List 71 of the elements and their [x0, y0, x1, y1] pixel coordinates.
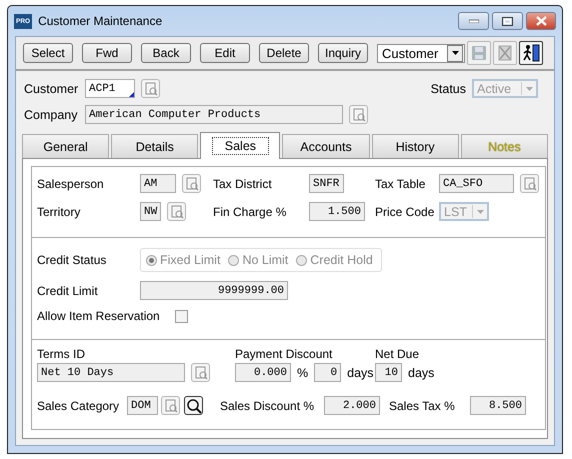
caret-icon — [452, 51, 458, 55]
net-due-field[interactable]: 10 — [375, 363, 402, 382]
territory-field[interactable]: NW — [140, 202, 161, 221]
tax-district-field[interactable]: SNFR — [309, 174, 344, 193]
terms-id-label: Terms ID — [37, 347, 86, 361]
sales-tax-field[interactable]: 8.500 — [470, 396, 526, 415]
tab[interactable]: History — [372, 134, 459, 158]
fin-charge-label: Fin Charge % — [213, 204, 288, 218]
sales-discount-field[interactable]: 2.000 — [324, 396, 380, 415]
company-label: Company — [24, 108, 78, 122]
mode-dropdown[interactable]: Customer — [377, 44, 465, 62]
lookup-button[interactable] — [141, 79, 160, 98]
percent-unit: % — [297, 366, 308, 380]
price-code-label: Price Code — [375, 204, 436, 218]
toolbar-button[interactable]: Fwd — [82, 43, 132, 63]
exit-door-icon — [522, 44, 540, 62]
sales-tax-label: Sales Tax % — [389, 398, 456, 412]
save-button[interactable] — [467, 41, 491, 65]
salesperson-label: Salesperson — [37, 176, 105, 190]
credit-limit-field[interactable]: 9999999.00 — [140, 281, 288, 300]
sales-category-field[interactable]: DOM — [127, 396, 158, 415]
customer-field[interactable]: ACP1 — [85, 79, 135, 98]
crossed-document-icon — [498, 45, 512, 61]
status-label: Status — [430, 82, 466, 96]
maximize-button[interactable] — [492, 12, 523, 30]
toolbar-button[interactable]: Edit — [200, 43, 250, 63]
search-button[interactable] — [184, 396, 203, 415]
lookup-button[interactable] — [349, 105, 368, 124]
caret-icon — [526, 86, 532, 90]
lookup-button[interactable] — [182, 174, 201, 193]
tab[interactable]: Accounts — [282, 134, 370, 158]
lookup-button[interactable] — [167, 202, 186, 221]
exit-button[interactable] — [519, 41, 543, 65]
minimize-icon — [468, 19, 478, 23]
tab[interactable]: Sales — [200, 132, 280, 159]
window-title: Customer Maintenance — [38, 14, 162, 28]
tab[interactable]: Details — [111, 134, 198, 158]
credit-limit-label: Credit Limit — [37, 284, 99, 298]
credit-status-label: Credit Status — [37, 253, 108, 267]
net-due-label: Net Due — [375, 347, 420, 361]
payment-discount-label: Payment Discount — [235, 347, 334, 361]
minimize-button[interactable] — [458, 12, 489, 30]
sales-discount-label: Sales Discount % — [220, 398, 316, 412]
lookup-button[interactable] — [520, 174, 539, 193]
close-icon — [536, 16, 546, 26]
tab[interactable]: General — [22, 134, 110, 158]
caret-icon — [476, 210, 484, 214]
company-field[interactable]: American Computer Products — [85, 105, 343, 124]
allow-item-reservation-label: Allow Item Reservation — [37, 309, 161, 323]
toolbar-button[interactable]: Select — [23, 43, 73, 63]
search-icon — [186, 398, 202, 414]
toolbar-button[interactable]: Back — [141, 43, 191, 63]
checkbox[interactable] — [175, 310, 188, 322]
tax-table-label: Tax Table — [375, 176, 426, 190]
sales-category-label: Sales Category — [37, 398, 120, 412]
days-unit: days — [408, 366, 434, 380]
territory-label: Territory — [37, 204, 82, 218]
customer-label: Customer — [24, 82, 79, 96]
payment-discount-field[interactable]: 0.000 — [235, 363, 291, 382]
toolbar-button[interactable]: Inquiry — [318, 43, 368, 63]
salesperson-field[interactable]: AM — [140, 174, 176, 193]
toolbar-button[interactable]: Delete — [259, 43, 309, 63]
discount-days-field[interactable]: 0 — [314, 363, 342, 382]
days-unit: days — [347, 366, 374, 380]
maximize-icon — [502, 16, 513, 26]
lookup-button[interactable] — [191, 363, 210, 382]
fin-charge-field[interactable]: 1.500 — [309, 202, 365, 221]
tax-district-label: Tax District — [213, 176, 273, 190]
close-button[interactable] — [526, 12, 556, 30]
terms-id-field[interactable]: Net 10 Days — [37, 363, 185, 382]
tax-table-field[interactable]: CA_SFO — [439, 174, 514, 193]
